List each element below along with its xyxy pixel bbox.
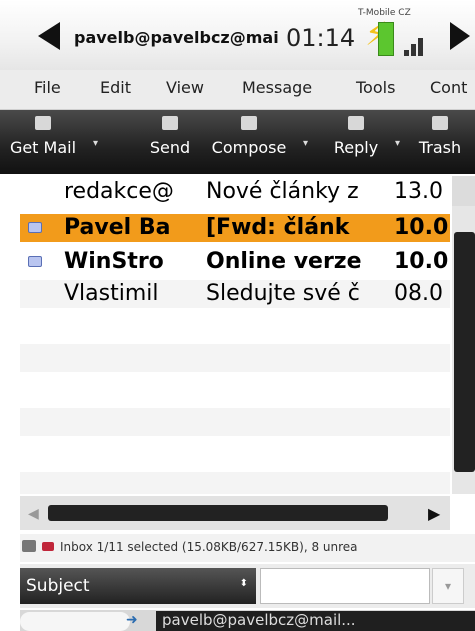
status-icon — [22, 540, 36, 552]
toolbar: Get Mail ▾ Send Compose ▾ Reply ▾ Trash — [0, 110, 475, 174]
date-cell: 13.0 — [394, 179, 443, 204]
select-arrows-icon: ⬍ — [239, 578, 248, 589]
empty-row — [20, 312, 450, 340]
status-text: Inbox 1/11 selected (15.08KB/627.15KB), … — [60, 540, 358, 554]
subject-cell: [Fwd: článk — [206, 215, 350, 240]
get-mail-icon — [35, 116, 51, 130]
compose-dropdown-icon[interactable]: ▾ — [303, 138, 308, 149]
trash-button[interactable]: Trash — [410, 110, 470, 174]
scroll-right-icon[interactable]: ▶ — [428, 504, 440, 523]
sender-cell: Pavel Ba — [64, 215, 171, 240]
task-bar: ➜ pavelb@pavelbcz@mail... — [20, 610, 475, 631]
unread-mail-icon — [28, 256, 42, 267]
sender-cell: redakce@ — [64, 179, 174, 204]
forward-arrow-icon[interactable] — [450, 22, 470, 50]
compose-icon — [241, 116, 257, 130]
send-button[interactable]: Send — [138, 110, 202, 174]
menu-view[interactable]: View — [166, 78, 204, 97]
filter-field-label: Subject — [26, 576, 90, 596]
task-arrow-icon: ➜ — [126, 612, 138, 628]
send-icon — [162, 116, 178, 130]
message-row[interactable]: Vlastimil Sledujte své č 08.0 — [20, 280, 450, 308]
message-list[interactable]: redakce@ Nové články z 13.0 Pavel Ba [Fw… — [20, 176, 450, 494]
account-title: pavelb@pavelbcz@mai — [74, 28, 279, 47]
unread-mail-icon — [28, 222, 42, 233]
get-mail-label: Get Mail — [9, 138, 77, 157]
task-item[interactable]: pavelb@pavelbcz@mail... — [156, 611, 475, 631]
date-cell: 10.0 — [394, 249, 449, 274]
reply-dropdown-icon[interactable]: ▾ — [395, 138, 400, 149]
empty-row — [20, 408, 450, 436]
battery-icon — [378, 22, 394, 56]
filter-field-select[interactable]: Subject ⬍ — [20, 568, 256, 604]
search-dropdown-icon[interactable]: ▾ — [432, 568, 464, 604]
menu-contacts[interactable]: Cont — [430, 78, 467, 97]
signal-icon — [404, 32, 428, 56]
status-bar: Inbox 1/11 selected (15.08KB/627.15KB), … — [20, 534, 475, 562]
get-mail-button[interactable]: Get Mail ▾ — [0, 110, 98, 174]
empty-row — [20, 344, 450, 372]
get-mail-dropdown-icon[interactable]: ▾ — [93, 138, 98, 149]
task-switcher[interactable] — [20, 612, 130, 631]
empty-row — [20, 440, 450, 468]
sender-cell: Vlastimil — [64, 281, 159, 306]
vertical-scroll-thumb[interactable] — [454, 232, 475, 472]
trash-label: Trash — [418, 138, 462, 157]
message-row[interactable]: WinStro Online verze 10.0 — [20, 248, 450, 276]
back-arrow-icon[interactable] — [38, 22, 60, 50]
search-input[interactable] — [260, 568, 430, 604]
message-row[interactable]: redakce@ Nové články z 13.0 — [20, 178, 450, 206]
horizontal-scroll-thumb[interactable] — [48, 505, 388, 521]
menu-tools[interactable]: Tools — [356, 78, 395, 97]
date-cell: 10.0 — [394, 215, 449, 240]
empty-row — [20, 472, 450, 494]
subject-cell: Nové články z — [206, 179, 359, 204]
title-bar: pavelb@pavelbcz@mai 01:14 T-Mobile CZ ⚡ — [0, 0, 475, 70]
date-cell: 08.0 — [394, 281, 443, 306]
reply-label: Reply — [333, 138, 379, 157]
trash-icon — [432, 116, 448, 130]
reply-button[interactable]: Reply ▾ — [324, 110, 400, 174]
subject-cell: Online verze — [206, 249, 362, 274]
empty-row — [20, 376, 450, 404]
horizontal-scrollbar[interactable]: ◀ ▶ — [20, 496, 450, 530]
compose-button[interactable]: Compose ▾ — [202, 110, 308, 174]
menu-bar: File Edit View Message Tools Cont — [0, 70, 475, 110]
sender-cell: WinStro — [64, 249, 164, 274]
reply-icon — [348, 116, 364, 130]
scroll-left-icon[interactable]: ◀ — [28, 506, 39, 522]
menu-message[interactable]: Message — [242, 78, 312, 97]
message-row[interactable]: Pavel Ba [Fwd: článk 10.0 — [20, 214, 450, 242]
subject-cell: Sledujte své č — [206, 281, 360, 306]
menu-edit[interactable]: Edit — [100, 78, 131, 97]
scroll-up-icon[interactable] — [452, 176, 475, 206]
compose-label: Compose — [211, 138, 287, 157]
clock: 01:14 — [286, 24, 356, 52]
menu-file[interactable]: File — [34, 78, 61, 97]
vertical-scrollbar[interactable] — [452, 176, 475, 494]
inbox-icon — [42, 542, 54, 551]
send-label: Send — [149, 138, 191, 157]
filter-bar: Subject ⬍ ▾ — [20, 564, 475, 608]
scroll-down-icon[interactable] — [452, 472, 475, 494]
